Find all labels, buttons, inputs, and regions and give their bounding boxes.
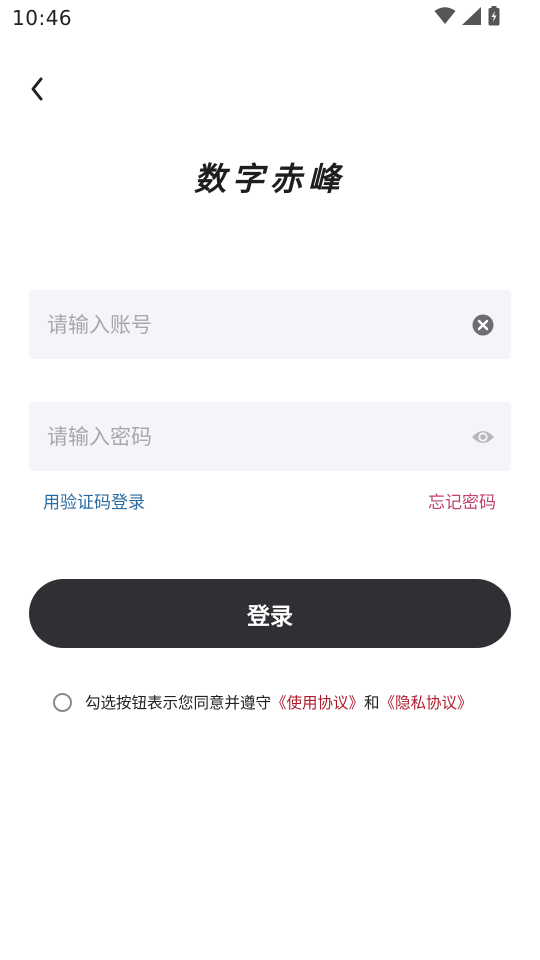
account-field [29, 290, 511, 359]
forgot-password-link[interactable]: 忘记密码 [428, 488, 496, 513]
back-button[interactable] [22, 74, 52, 108]
password-input[interactable] [47, 402, 447, 471]
status-icons [434, 6, 500, 30]
agreement-text: 勾选按钮表示您同意并遵守 [85, 694, 272, 712]
status-bar: 10:46 [0, 0, 540, 36]
eye-icon[interactable] [471, 425, 495, 449]
login-button[interactable]: 登录 [29, 579, 511, 648]
battery-charging-icon [488, 6, 500, 30]
wifi-icon [434, 7, 456, 29]
signal-icon [462, 7, 482, 29]
login-screen: 10:46 数字赤峰 请输入账号 用验证码登录 忘记密码 登录 勾选按钮表示您同… [0, 0, 540, 960]
privacy-policy-link[interactable]: 《隐私协议》 [380, 691, 473, 713]
status-time: 10:46 [12, 6, 73, 30]
agreement-conjunction: 和 [364, 694, 380, 712]
user-agreement-link[interactable]: 《使用协议》 [271, 691, 364, 713]
agree-radio-button[interactable] [53, 692, 72, 712]
password-field [29, 402, 511, 471]
agreement-row: 勾选按钮表示您同意并遵守 《使用协议》 和 《隐私协议》 [53, 690, 473, 714]
account-input[interactable] [47, 290, 447, 359]
chevron-left-icon [29, 76, 45, 106]
sms-login-link[interactable]: 用验证码登录 [43, 488, 145, 513]
clear-icon[interactable] [471, 313, 495, 337]
app-logo: 数字赤峰 [193, 160, 346, 198]
